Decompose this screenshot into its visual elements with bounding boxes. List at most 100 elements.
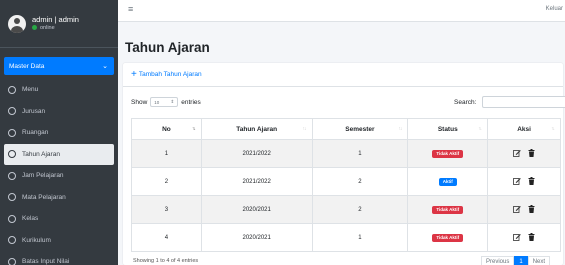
navbar: ≡ Keluar [118, 0, 565, 22]
online-dot-icon [32, 25, 37, 31]
circle-icon [8, 193, 16, 202]
circle-icon [8, 236, 16, 245]
data-card: + Tambah Tahun Ajaran Show 10 ⇕ entries … [123, 63, 565, 265]
cell-status: Aktif [407, 167, 489, 196]
add-label: Tambah Tahun Ajaran [138, 71, 202, 78]
column-header-status[interactable]: Status ↑↓ [407, 118, 489, 140]
add-tahun-ajaran-button[interactable]: + Tambah Tahun Ajaran [131, 68, 202, 80]
trash-icon[interactable] [526, 204, 536, 214]
table-body: 1 2021/2022 1 Tidak Aktif 2 2021/2022 2 Aktif 3 2… [131, 139, 561, 252]
table-info: Showing 1 to 4 of 4 entries [133, 258, 199, 264]
page-title: Tahun Ajaran [125, 40, 210, 55]
status-badge: Tidak Aktif [432, 205, 464, 214]
sidebar-item-label: Tahun Ajaran [22, 150, 60, 158]
edit-icon[interactable] [512, 176, 522, 186]
next-page-button[interactable]: Next [527, 256, 551, 265]
entries-select[interactable]: 10 ⇕ [150, 97, 179, 107]
pagination: Previous 1 Next [481, 256, 551, 265]
cell-tahun-ajaran: 2021/2022 [200, 167, 313, 196]
edit-icon[interactable] [512, 204, 522, 214]
card-header: + Tambah Tahun Ajaran [123, 63, 563, 87]
column-header-label: No [162, 125, 171, 133]
user-panel[interactable]: admin | admin online [0, 0, 118, 48]
logout-link[interactable]: Keluar [546, 6, 563, 12]
status-badge: Tidak Aktif [432, 149, 464, 158]
sidebar-menu: Menu Jurusan Ruangan Tahun Ajaran Jam Pelaja… [4, 79, 114, 265]
edit-icon[interactable] [512, 232, 522, 242]
sidebar-item-kelas[interactable]: Kelas [4, 208, 114, 230]
cell-status: Tidak Aktif [407, 195, 489, 224]
cell-status: Tidak Aktif [407, 223, 489, 252]
sidebar-item-label: Ruangan [22, 129, 49, 137]
column-header-tahun-ajaran[interactable]: Tahun Ajaran ↑↓ [200, 118, 313, 140]
previous-page-button[interactable]: Previous [481, 256, 515, 265]
data-table: No ↑↓ Tahun Ajaran ↑↓ Semester ↑↓ Status ↑↓ Aksi… [131, 118, 561, 252]
chevron-down-icon: ⌄ [102, 63, 108, 70]
cell-aksi [487, 223, 561, 252]
column-header-no[interactable]: No ↑↓ [131, 118, 202, 140]
trash-icon[interactable] [526, 232, 536, 242]
status-badge: Tidak Aktif [432, 233, 464, 242]
hamburger-icon[interactable]: ≡ [128, 4, 133, 14]
circle-icon [8, 214, 16, 223]
circle-icon [8, 257, 16, 265]
trash-icon[interactable] [526, 176, 536, 186]
sidebar-item-batas-input-nilai[interactable]: Batas Input Nilai [4, 251, 114, 265]
sidebar-item-kurikulum[interactable]: Kurikulum [4, 230, 114, 252]
cell-no: 2 [131, 167, 202, 196]
cell-no: 1 [131, 139, 202, 168]
table-row: 3 2020/2021 2 Tidak Aktif [131, 195, 561, 224]
entries-select-value: 10 [154, 99, 160, 105]
menu-section-label: Master Data [9, 62, 45, 70]
cell-aksi [487, 139, 561, 168]
search-input[interactable] [482, 96, 565, 108]
cell-tahun-ajaran: 2020/2021 [200, 195, 313, 224]
user-status: online [32, 25, 79, 31]
trash-icon[interactable] [526, 148, 536, 158]
cell-semester: 2 [311, 195, 409, 224]
table-header-row: No ↑↓ Tahun Ajaran ↑↓ Semester ↑↓ Status ↑↓ Aksi… [131, 118, 561, 140]
sort-icon: ↑↓ [551, 126, 555, 132]
page-1-button[interactable]: 1 [514, 256, 528, 265]
table-controls: Show 10 ⇕ entries Search: [131, 96, 565, 108]
column-header-semester[interactable]: Semester ↑↓ [311, 118, 409, 140]
sort-icon: ↑↓ [191, 126, 196, 132]
user-name: admin | admin [32, 15, 79, 25]
sidebar-item-jurusan[interactable]: Jurusan [4, 101, 114, 123]
show-label: Show [131, 98, 148, 106]
circle-icon [8, 171, 16, 180]
table-row: 4 2020/2021 1 Tidak Aktif [131, 223, 561, 252]
sidebar-item-tahun-ajaran[interactable]: Tahun Ajaran [4, 143, 114, 165]
search-label: Search: [454, 98, 477, 106]
circle-icon [8, 85, 16, 94]
avatar [8, 14, 26, 33]
cell-tahun-ajaran: 2020/2021 [200, 223, 313, 252]
circle-icon [8, 128, 16, 137]
sidebar-item-ruangan[interactable]: Ruangan [4, 122, 114, 144]
cell-aksi [487, 167, 561, 196]
sidebar-item-label: Kurikulum [22, 236, 51, 244]
menu-section-master-data[interactable]: Master Data ⌄ [4, 57, 114, 75]
plus-icon: + [131, 68, 137, 80]
sidebar-item-label: Kelas [22, 215, 39, 223]
select-arrows-icon: ⇕ [170, 99, 175, 104]
cell-semester: 1 [311, 223, 409, 252]
status-badge: Aktif [438, 177, 457, 186]
sidebar-item-label: Mata Pelajaran [22, 193, 66, 201]
user-status-label: online [40, 24, 55, 31]
column-header-aksi[interactable]: Aksi ↑↓ [487, 118, 561, 140]
sidebar-item-label: Batas Input Nilai [22, 258, 70, 265]
sidebar-item-mata-pelajaran[interactable]: Mata Pelajaran [4, 187, 114, 209]
sidebar-item-label: Jurusan [22, 107, 46, 115]
cell-status: Tidak Aktif [407, 139, 489, 168]
entries-label: entries [181, 98, 201, 106]
sort-icon: ↑↓ [398, 126, 402, 132]
circle-icon [8, 107, 16, 116]
column-header-label: Semester [345, 125, 375, 133]
sidebar-item-menu[interactable]: Menu [4, 79, 114, 101]
sort-icon: ↑↓ [478, 126, 482, 132]
column-header-label: Tahun Ajaran [236, 125, 278, 133]
edit-icon[interactable] [512, 148, 522, 158]
sidebar-item-jam-pelajaran[interactable]: Jam Pelajaran [4, 165, 114, 187]
column-header-label: Aksi [517, 125, 531, 133]
